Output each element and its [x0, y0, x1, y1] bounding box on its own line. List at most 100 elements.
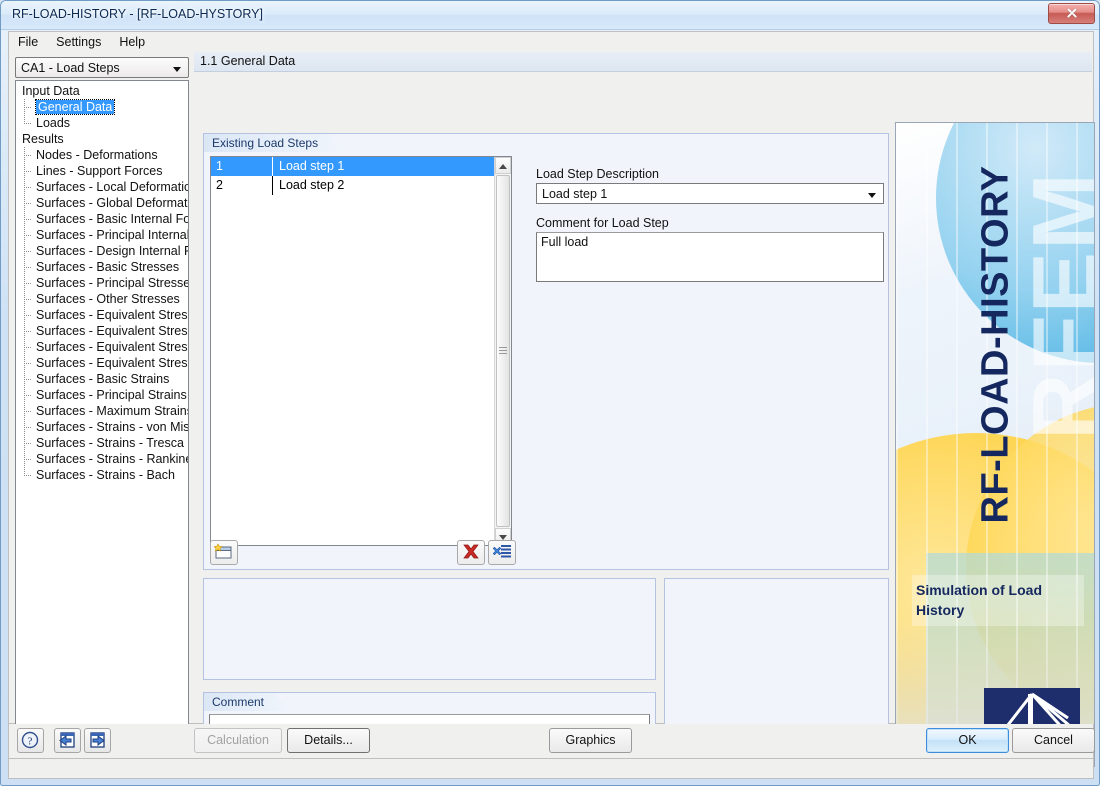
- sidebar-item-label: Surfaces - Other Stresses: [36, 292, 180, 306]
- sidebar-item-label: Surfaces - Basic Stresses: [36, 260, 179, 274]
- menu-item-help[interactable]: Help: [110, 32, 154, 52]
- next-button[interactable]: [84, 728, 111, 753]
- existing-load-steps-title: Existing Load Steps: [204, 134, 346, 152]
- sidebar-item-label: Surfaces - Basic Internal Forces: [36, 212, 189, 226]
- sidebar-item-label: Surfaces - Equivalent Stresses: [36, 308, 189, 322]
- sidebar-item-surfaces-global-deformations[interactable]: Surfaces - Global Deformations: [16, 195, 189, 211]
- sidebar-item-surfaces-equivalent-stresses[interactable]: Surfaces - Equivalent Stresses: [16, 339, 189, 355]
- sidebar-item-surfaces-equivalent-stresses[interactable]: Surfaces - Equivalent Stresses: [16, 323, 189, 339]
- sidebar-item-label: Surfaces - Equivalent Stresses: [36, 340, 189, 354]
- details-button[interactable]: Details...: [287, 728, 370, 753]
- svg-text:?: ?: [28, 736, 33, 748]
- sidebar-item-label: Surfaces - Equivalent Stresses: [36, 324, 189, 338]
- sidebar-item-surfaces-basic-stresses[interactable]: Surfaces - Basic Stresses: [16, 259, 189, 275]
- sidebar-item-general-data[interactable]: General Data: [16, 99, 189, 115]
- title-bar: RF-LOAD-HISTORY - [RF-LOAD-HYSTORY]: [1, 1, 1099, 30]
- sidebar-item-label: Surfaces - Equivalent Stresses: [36, 356, 189, 370]
- ok-button[interactable]: OK: [926, 728, 1009, 753]
- clear-all-load-steps-button[interactable]: [488, 540, 516, 565]
- brand-tagline: Simulation of Load History: [912, 575, 1084, 626]
- sidebar-item-lines-support-forces[interactable]: Lines - Support Forces: [16, 163, 189, 179]
- load-step-number: 2: [211, 176, 273, 195]
- menu-item-file[interactable]: File: [9, 32, 47, 52]
- load-step-number: 1: [211, 157, 273, 176]
- sidebar-item-label: Surfaces - Principal Internal Forces: [36, 228, 189, 242]
- lower-left-panel: [203, 578, 656, 680]
- comment-label: Comment: [204, 693, 292, 711]
- chevron-down-icon: [868, 193, 876, 198]
- sidebar-item-surfaces-basic-internal-forces[interactable]: Surfaces - Basic Internal Forces: [16, 211, 189, 227]
- chevron-down-icon: [173, 67, 181, 72]
- navigator-combo[interactable]: CA1 - Load Steps: [15, 57, 189, 78]
- comment-for-load-step-input[interactable]: Full load: [536, 232, 884, 282]
- window-title: RF-LOAD-HISTORY - [RF-LOAD-HYSTORY]: [12, 7, 263, 21]
- sidebar-item-surfaces-other-stresses[interactable]: Surfaces - Other Stresses: [16, 291, 189, 307]
- sidebar-item-label: Surfaces - Design Internal Forces: [36, 244, 189, 258]
- sidebar-item-surfaces-strains-von-mises[interactable]: Surfaces - Strains - von Mises: [16, 419, 189, 435]
- load-step-description: Load step 1: [274, 157, 494, 176]
- scroll-up-icon[interactable]: [495, 157, 511, 174]
- previous-button[interactable]: [54, 728, 81, 753]
- tree-group-results[interactable]: Results: [16, 131, 189, 147]
- graphics-button[interactable]: Graphics: [549, 728, 632, 753]
- sidebar-item-label: Surfaces - Strains - Bach: [36, 468, 175, 482]
- dialog-footer: ? Calculation Details... Graphics OK Can…: [8, 724, 1094, 758]
- sidebar-item-label: Lines - Support Forces: [36, 164, 162, 178]
- table-row[interactable]: 1Load step 1: [211, 157, 494, 176]
- vertical-scroll-thumb[interactable]: [496, 175, 510, 527]
- lower-right-panel: [664, 578, 889, 743]
- sidebar-item-label: General Data: [36, 100, 114, 114]
- sidebar-item-label: Surfaces - Strains - Rankine: [36, 452, 189, 466]
- sidebar-item-label: Nodes - Deformations: [36, 148, 158, 162]
- brand-tagline-line2: History: [916, 600, 1080, 620]
- sidebar-item-label: Surfaces - Principal Strains: [36, 388, 187, 402]
- load-step-description-label: Load Step Description: [536, 167, 659, 181]
- delete-load-step-button[interactable]: [457, 540, 485, 565]
- menu-item-settings[interactable]: Settings: [47, 32, 110, 52]
- sidebar-item-label: Surfaces - Global Deformations: [36, 196, 189, 210]
- sidebar-item-surfaces-equivalent-stresses[interactable]: Surfaces - Equivalent Stresses: [16, 307, 189, 323]
- sidebar-item-surfaces-strains-tresca[interactable]: Surfaces - Strains - Tresca: [16, 435, 189, 451]
- status-bar: [8, 758, 1094, 779]
- page-title: 1.1 General Data: [194, 52, 1092, 72]
- load-steps-list[interactable]: 1Load step 12Load step 2: [210, 156, 512, 546]
- navigator-tree[interactable]: Input DataGeneral Data LoadsResultsNodes …: [15, 80, 189, 747]
- sidebar-item-label: Surfaces - Strains - Tresca: [36, 436, 184, 450]
- close-icon[interactable]: [1048, 3, 1095, 24]
- load-step-description-value: Load step 1: [542, 187, 607, 201]
- load-step-description: Load step 2: [274, 176, 494, 195]
- sidebar-item-surfaces-principal-internal-forces[interactable]: Surfaces - Principal Internal Forces: [16, 227, 189, 243]
- help-button[interactable]: ?: [17, 728, 44, 753]
- sidebar-item-label: Surfaces - Strains - von Mises: [36, 420, 189, 434]
- new-load-step-button[interactable]: [210, 540, 238, 565]
- sidebar-item-loads[interactable]: Loads: [16, 115, 189, 131]
- sidebar-item-surfaces-equivalent-stresses[interactable]: Surfaces - Equivalent Stresses: [16, 355, 189, 371]
- brand-vertical-title: RF-LOAD-HISTORY: [975, 122, 1018, 625]
- table-row[interactable]: 2Load step 2: [211, 176, 494, 195]
- sidebar-item-surfaces-principal-strains[interactable]: Surfaces - Principal Strains: [16, 387, 189, 403]
- sidebar-item-label: Surfaces - Basic Strains: [36, 372, 169, 386]
- cancel-button[interactable]: Cancel: [1012, 728, 1095, 753]
- sidebar-item-label: Surfaces - Principal Stresses: [36, 276, 189, 290]
- sidebar-item-label: Loads: [36, 116, 70, 130]
- sidebar-item-nodes-deformations[interactable]: Nodes - Deformations: [16, 147, 189, 163]
- sidebar-item-surfaces-basic-strains[interactable]: Surfaces - Basic Strains: [16, 371, 189, 387]
- application-window: RF-LOAD-HISTORY - [RF-LOAD-HYSTORY] File…: [0, 0, 1100, 786]
- load-step-description-combo[interactable]: Load step 1: [536, 183, 884, 204]
- calculation-button[interactable]: Calculation: [194, 728, 282, 753]
- brand-tagline-line1: Simulation of Load: [916, 580, 1080, 600]
- sidebar-item-surfaces-maximum-strains[interactable]: Surfaces - Maximum Strains: [16, 403, 189, 419]
- sidebar-item-surfaces-strains-bach[interactable]: Surfaces - Strains - Bach: [16, 467, 189, 483]
- existing-load-steps-group: Existing Load Steps 1Load step 12Load st…: [203, 133, 889, 570]
- comment-for-load-step-value: Full load: [541, 235, 588, 249]
- load-steps-vertical-scrollbar[interactable]: [494, 157, 511, 545]
- sidebar-item-label: Surfaces - Local Deformations: [36, 180, 189, 194]
- menu-bar: FileSettingsHelp: [8, 31, 1094, 51]
- sidebar-item-surfaces-design-internal-forces[interactable]: Surfaces - Design Internal Forces: [16, 243, 189, 259]
- sidebar-item-label: Surfaces - Maximum Strains: [36, 404, 189, 418]
- client-area: CA1 - Load Steps Input DataGeneral Data L…: [8, 51, 1094, 724]
- tree-group-input-data[interactable]: Input Data: [16, 83, 189, 99]
- sidebar-item-surfaces-local-deformations[interactable]: Surfaces - Local Deformations: [16, 179, 189, 195]
- sidebar-item-surfaces-strains-rankine[interactable]: Surfaces - Strains - Rankine: [16, 451, 189, 467]
- sidebar-item-surfaces-principal-stresses[interactable]: Surfaces - Principal Stresses: [16, 275, 189, 291]
